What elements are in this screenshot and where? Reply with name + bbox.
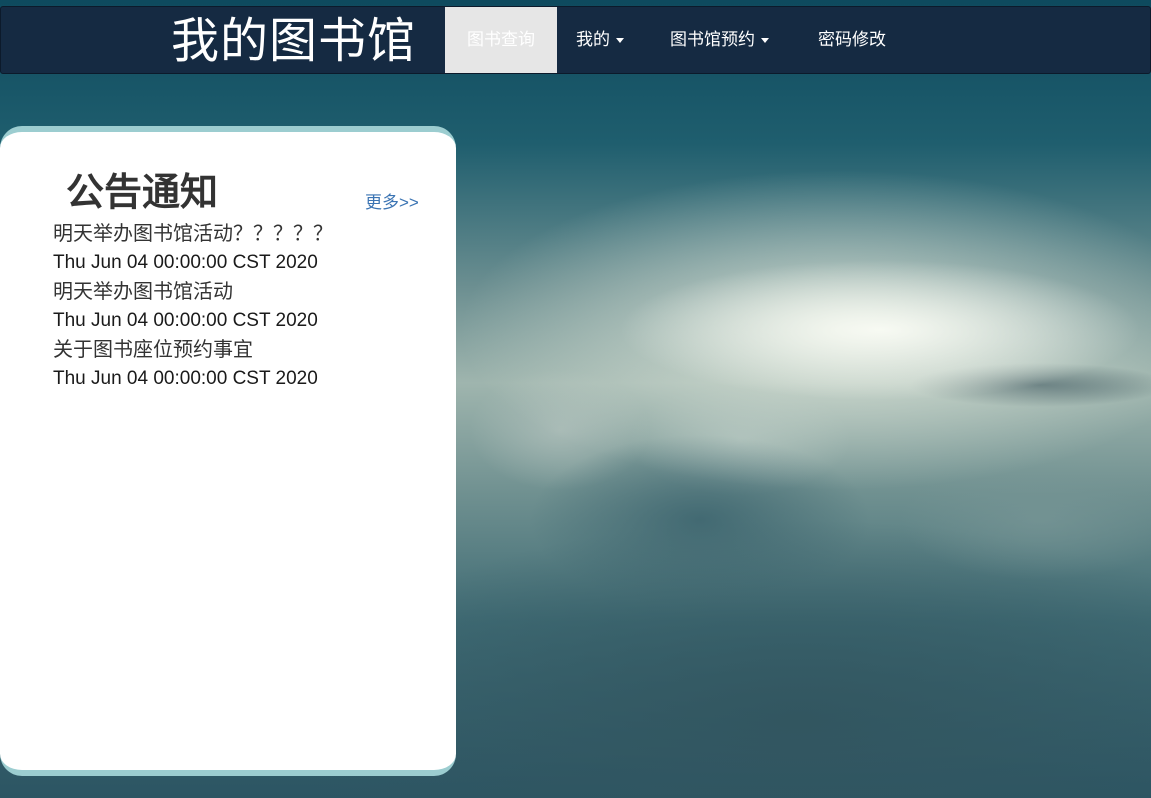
notice-item-date: Thu Jun 04 00:00:00 CST 2020 bbox=[53, 310, 318, 331]
notice-item-date: Thu Jun 04 00:00:00 CST 2020 bbox=[53, 368, 318, 389]
notice-list: 明天举办图书馆活动？？？？？ Thu Jun 04 00:00:00 CST 2… bbox=[53, 220, 448, 394]
nav-item-change-password[interactable]: 密码修改 bbox=[818, 7, 886, 73]
notice-item-title[interactable]: 明天举办图书馆活动 bbox=[53, 278, 448, 306]
nav-item-label: 图书馆预约 bbox=[670, 30, 755, 49]
caret-down-icon bbox=[616, 38, 624, 44]
site-brand[interactable]: 我的图书馆 bbox=[171, 16, 416, 68]
nav-item-library-reservation[interactable]: 图书馆预约 bbox=[670, 7, 769, 73]
notice-panel: 公告通知 更多>> 明天举办图书馆活动？？？？？ Thu Jun 04 00:0… bbox=[0, 126, 456, 776]
nav-item-label: 图书查询 bbox=[467, 30, 535, 49]
notice-item-date: Thu Jun 04 00:00:00 CST 2020 bbox=[53, 252, 318, 273]
nav-item-book-search[interactable]: 图书查询 bbox=[445, 7, 557, 73]
nav-item-label: 我的 bbox=[576, 30, 610, 49]
notice-item: 关于图书座位预约事宜 Thu Jun 04 00:00:00 CST 2020 bbox=[53, 336, 448, 394]
notice-title: 公告通知 bbox=[66, 170, 219, 214]
notice-item-title[interactable]: 明天举办图书馆活动？？？？？ bbox=[53, 220, 448, 248]
more-link[interactable]: 更多>> bbox=[365, 193, 419, 213]
notice-item: 明天举办图书馆活动 Thu Jun 04 00:00:00 CST 2020 bbox=[53, 278, 448, 336]
nav-item-label: 密码修改 bbox=[818, 30, 886, 49]
caret-down-icon bbox=[761, 38, 769, 44]
notice-item: 明天举办图书馆活动？？？？？ Thu Jun 04 00:00:00 CST 2… bbox=[53, 220, 448, 278]
nav-item-mine[interactable]: 我的 bbox=[576, 7, 624, 73]
top-navbar: 我的图书馆 图书查询 我的 图书馆预约 密码修改 bbox=[0, 6, 1151, 74]
notice-item-title[interactable]: 关于图书座位预约事宜 bbox=[53, 336, 448, 364]
